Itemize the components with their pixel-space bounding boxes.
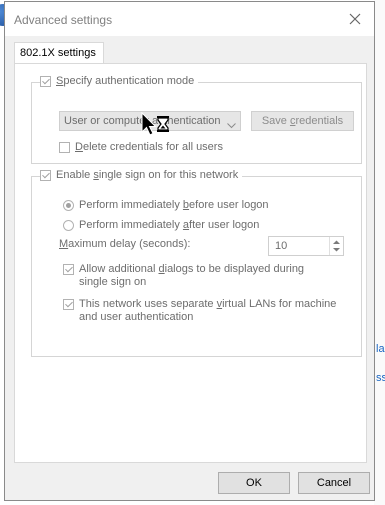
background-window-strip xyxy=(374,0,385,505)
tab-panel: Specify authentication mode User or comp… xyxy=(14,63,367,463)
separate-vlans-checkbox[interactable]: This network uses separate virtual LANs … xyxy=(63,298,338,324)
close-icon[interactable] xyxy=(344,8,366,30)
chevron-down-icon xyxy=(227,117,236,135)
background-link-fragment[interactable]: ss xyxy=(376,372,385,384)
checkbox-box[interactable] xyxy=(40,169,51,181)
cancel-button[interactable]: Cancel xyxy=(298,472,370,494)
spin-up-icon xyxy=(333,240,340,244)
ok-button[interactable]: OK xyxy=(218,472,290,494)
specify-auth-mode-checkbox[interactable]: Specify authentication mode xyxy=(40,75,199,87)
radio-button[interactable] xyxy=(63,200,74,211)
tab-label: 802.1X settings xyxy=(20,47,96,59)
before-logon-radio[interactable]: Perform immediately before user logon xyxy=(63,199,269,212)
after-logon-label: Perform immediately after user logon xyxy=(79,219,260,231)
allow-dialogs-checkbox[interactable]: Allow additional dialogs to be displayed… xyxy=(63,263,333,289)
max-delay-label: Maximum delay (seconds): xyxy=(59,238,191,250)
allow-dialogs-label: Allow additional dialogs to be displayed… xyxy=(79,263,305,288)
specify-auth-mode-label: Specify authentication mode xyxy=(56,75,195,87)
background-link-fragment[interactable]: la xyxy=(376,343,385,355)
checkbox-box[interactable] xyxy=(40,75,51,87)
tab-8021x-settings[interactable]: 802.1X settings xyxy=(14,42,104,64)
save-credentials-button[interactable]: Save credentials xyxy=(251,111,354,131)
max-delay-value: 10 xyxy=(275,240,288,252)
spinner-arrows[interactable] xyxy=(329,237,343,255)
max-delay-spinner[interactable]: 10 xyxy=(268,236,344,256)
checkbox-box[interactable] xyxy=(59,142,70,153)
authentication-group: Specify authentication mode User or comp… xyxy=(31,75,362,164)
separate-vlans-label: This network uses separate virtual LANs … xyxy=(79,298,337,323)
checkbox-box[interactable] xyxy=(63,299,74,310)
dialog-title: Advanced settings xyxy=(14,13,113,27)
busy-pointer-icon xyxy=(141,111,173,143)
title-bar: Advanced settings xyxy=(5,2,374,36)
advanced-settings-dialog: Advanced settings 802.1X settings Specif… xyxy=(4,1,375,501)
radio-button[interactable] xyxy=(63,220,74,231)
enable-sso-label: Enable single sign on for this network xyxy=(56,169,239,181)
spin-down-icon xyxy=(333,248,340,252)
after-logon-radio[interactable]: Perform immediately after user logon xyxy=(63,219,259,232)
single-sign-on-group: Enable single sign on for this network P… xyxy=(31,169,362,357)
checkbox-box[interactable] xyxy=(63,264,74,275)
before-logon-label: Perform immediately before user logon xyxy=(79,199,269,211)
enable-sso-checkbox[interactable]: Enable single sign on for this network xyxy=(40,169,243,181)
